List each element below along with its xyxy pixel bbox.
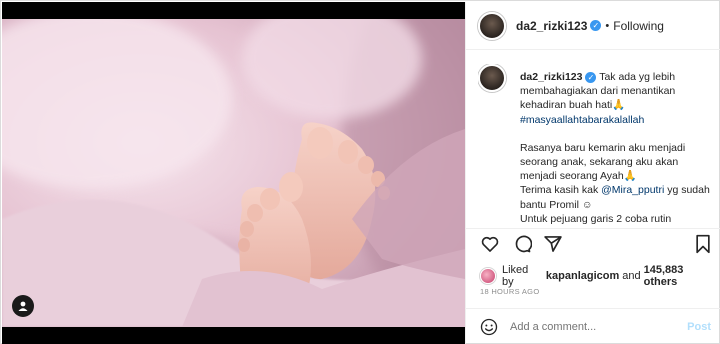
bookmark-icon[interactable] xyxy=(694,234,712,254)
caption-text: da2_rizki123 ✓ Tak ada yg lebih membahagi… xyxy=(520,70,714,224)
post-sidebar: da2_rizki123 ✓ • Following da2_rizki123 ✓… xyxy=(465,2,720,344)
post-photo[interactable] xyxy=(2,19,465,327)
emoji-icon[interactable] xyxy=(480,318,498,336)
post-actions xyxy=(480,234,712,258)
actions-divider xyxy=(466,228,720,229)
heart-icon[interactable] xyxy=(480,234,500,254)
post-header: da2_rizki123 ✓ • Following xyxy=(466,2,720,50)
comment-bar: Post xyxy=(466,308,720,344)
comment-input[interactable] xyxy=(510,320,680,333)
caption-para2-a: Rasanya baru kemarin aku menjadi seorang… xyxy=(520,141,686,183)
tagged-users-button[interactable] xyxy=(12,295,34,317)
author-avatar[interactable] xyxy=(478,11,506,40)
caption-verified-badge-icon: ✓ xyxy=(585,71,597,83)
post-media xyxy=(2,2,465,344)
user-icon xyxy=(18,301,28,311)
likes-count[interactable]: 145,883 others xyxy=(644,264,720,288)
likes-prefix: Liked by xyxy=(501,264,529,288)
liker-avatar[interactable] xyxy=(480,268,496,284)
likes-middle: and xyxy=(622,270,641,282)
share-icon[interactable] xyxy=(543,234,563,254)
post-modal: da2_rizki123 ✓ • Following da2_rizki123 ✓… xyxy=(0,0,720,344)
caption-para2-b-pre: Terima kasih kak xyxy=(520,184,602,197)
caption-username[interactable]: da2_rizki123 xyxy=(520,71,582,83)
following-button[interactable]: Following xyxy=(613,19,664,33)
likes-summary: Liked by kapanlagicom and 145,883 others xyxy=(480,264,720,288)
author-username[interactable]: da2_rizki123 xyxy=(516,19,587,33)
caption-author-avatar[interactable] xyxy=(478,64,506,92)
caption-hashtag[interactable]: #masyaallahtabarakalallah xyxy=(520,114,644,126)
post-comment-button[interactable]: Post xyxy=(687,321,711,333)
likes-user[interactable]: kapanlagicom xyxy=(546,270,619,282)
post-timestamp[interactable]: 18 HOURS AGO xyxy=(480,287,539,296)
comment-icon[interactable] xyxy=(512,234,532,254)
baby-feet-illustration xyxy=(2,19,465,327)
header-separator: • xyxy=(605,19,610,32)
verified-badge-icon: ✓ xyxy=(590,20,602,31)
caption-mention[interactable]: @Mira_pputri xyxy=(601,184,664,196)
caption-para2-c: Untuk pejuang garis 2 coba rutin xyxy=(520,212,672,224)
caption-paragraph: Rasanya baru kemarin aku menjadi seorang… xyxy=(520,141,714,224)
post-caption: da2_rizki123 ✓ Tak ada yg lebih membahagi… xyxy=(478,64,714,224)
